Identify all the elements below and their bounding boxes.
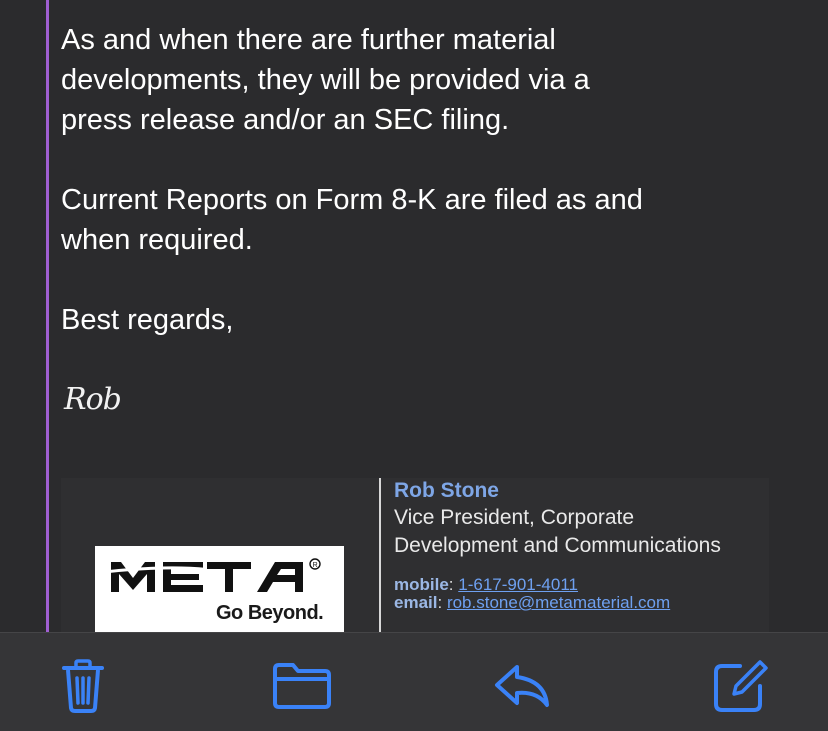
email-row: email: rob.stone@metamaterial.com: [394, 594, 754, 612]
signature-title: Vice President, Corporate Development an…: [394, 506, 721, 557]
email-link[interactable]: rob.stone@metamaterial.com: [447, 593, 670, 612]
meta-wordmark: R: [109, 558, 321, 592]
quote-bar: [46, 0, 49, 640]
trash-button[interactable]: [48, 651, 118, 721]
signature-details: Rob Stone Vice President, Corporate Deve…: [394, 478, 754, 612]
trash-icon: [62, 659, 104, 713]
reply-icon: [495, 665, 549, 707]
paragraph-material-developments: As and when there are further material d…: [61, 20, 590, 140]
move-to-folder-button[interactable]: [267, 651, 337, 721]
signature-name: Rob Stone: [394, 479, 499, 502]
mobile-link[interactable]: 1-617-901-4011: [458, 575, 578, 594]
separator: :: [437, 593, 447, 612]
svg-text:R: R: [313, 562, 318, 569]
mail-message-screen: As and when there are further material d…: [0, 0, 828, 731]
paragraph-line: Current Reports on Form 8-K are filed as…: [61, 184, 643, 216]
mobile-row: mobile: 1-617-901-4011: [394, 576, 754, 594]
paragraph-current-reports: Current Reports on Form 8-K are filed as…: [61, 180, 643, 260]
logo-tagline: Go Beyond.: [216, 602, 324, 624]
reply-button[interactable]: [487, 651, 557, 721]
email-label: email: [394, 593, 438, 612]
folder-icon: [273, 663, 331, 709]
mobile-label: mobile: [394, 575, 449, 594]
signature-contact: mobile: 1-617-901-4011 email: rob.stone@…: [394, 576, 754, 612]
signature-divider: [379, 478, 381, 648]
compose-icon: [714, 660, 768, 712]
paragraph-line: developments, they will be provided via …: [61, 64, 590, 96]
mail-toolbar: [0, 632, 828, 731]
separator: :: [448, 575, 459, 594]
compose-button[interactable]: [705, 651, 775, 721]
closing-text: Best regards,: [61, 304, 234, 336]
script-signature: Rob: [64, 382, 122, 417]
paragraph-line: press release and/or an SEC filing.: [61, 104, 510, 136]
paragraph-line: As and when there are further material: [61, 24, 556, 56]
paragraph-line: when required.: [61, 224, 253, 256]
closing-line: Best regards,: [61, 300, 233, 340]
email-signature-card: R Go Beyond. Rob Stone Vice President, C…: [61, 478, 769, 656]
